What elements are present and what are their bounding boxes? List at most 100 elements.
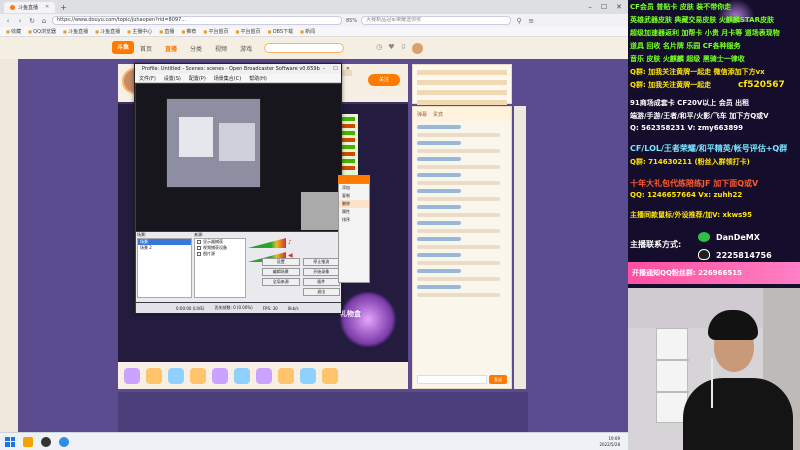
search-icon[interactable]: ⚲ xyxy=(515,17,523,25)
start-recording-button[interactable]: 开始录像 xyxy=(302,268,340,276)
bookmark-item[interactable]: 新闻 xyxy=(300,28,315,35)
bookmark-item[interactable]: 推荐 xyxy=(181,28,196,35)
gift-bar xyxy=(118,362,408,389)
nav-item[interactable]: 首页 xyxy=(140,44,152,53)
global-sources-button[interactable]: 全局来源 xyxy=(262,278,300,286)
context-menu-item[interactable]: 添加 xyxy=(339,184,369,192)
gift-icon[interactable] xyxy=(168,367,184,384)
obs-window: Profile: Untitled - Scenes: scenes - Ope… xyxy=(134,63,350,314)
taskbar: 19:09 2022/5/28 xyxy=(0,432,628,450)
obs-menu-item[interactable]: 配置(P) xyxy=(189,75,206,82)
taskbar-clock[interactable]: 19:09 2022/5/28 xyxy=(599,436,628,448)
gift-icon[interactable] xyxy=(146,367,162,384)
gift-icon[interactable] xyxy=(256,367,272,384)
page-bottom-area xyxy=(118,392,528,432)
bookmark-item[interactable]: 主播中心 xyxy=(127,28,152,35)
browser-taskbar-icon[interactable] xyxy=(59,436,69,447)
download-icon[interactable]: ⇩ xyxy=(400,43,406,54)
gift-icon[interactable] xyxy=(300,367,316,384)
follow-button[interactable]: 关注 xyxy=(368,74,400,86)
source-item[interactable]: 图片源 xyxy=(195,251,245,257)
home-icon[interactable]: ⌂ xyxy=(40,17,48,25)
minimize-icon[interactable]: – xyxy=(323,66,326,72)
obs-menu-item[interactable]: 帮助(H) xyxy=(249,75,267,82)
refresh-icon[interactable]: ↻ xyxy=(28,17,36,25)
bookmark-item[interactable]: 斗鱼直播 xyxy=(95,28,120,35)
bitrate: 0kb/s xyxy=(287,305,299,311)
obs-preview[interactable] xyxy=(136,84,341,231)
gift-icon[interactable] xyxy=(124,367,140,384)
mic-volume-meter[interactable] xyxy=(248,238,286,248)
source-checkbox[interactable] xyxy=(197,246,201,250)
nav-item-active[interactable]: 直播 xyxy=(165,44,177,53)
browser-tab[interactable]: 斗鱼直播 ✕ xyxy=(4,1,56,13)
close-tab-icon[interactable]: ✕ xyxy=(45,4,49,10)
chat-tab[interactable]: 贵宾 xyxy=(433,111,443,118)
obs-status-bar: 0:00:00 (LIVE) 丢失帧数: 0 (0.00%) FPS: 30 0… xyxy=(136,303,341,313)
forward-icon[interactable]: › xyxy=(16,17,24,25)
bookmark-item[interactable]: 平台首页 xyxy=(235,28,261,35)
browser-search-input[interactable]: 大赛新品冠军荣耀送你奖 xyxy=(361,16,512,25)
chat-tab[interactable]: 弹幕 xyxy=(417,111,427,118)
obs-menu-item[interactable]: 设置(S) xyxy=(164,75,181,82)
mic-icon[interactable]: ♪ xyxy=(288,239,296,247)
maximize-icon[interactable]: ☐ xyxy=(601,3,607,11)
gift-icon[interactable] xyxy=(278,367,294,384)
gift-box-badge-icon[interactable] xyxy=(338,292,398,347)
zoom-level[interactable]: 85% xyxy=(346,18,357,24)
gift-icon[interactable] xyxy=(322,367,338,384)
close-icon[interactable]: ✕ xyxy=(346,66,350,72)
context-menu-item[interactable]: 删除 xyxy=(339,200,369,208)
windows-start-icon[interactable] xyxy=(5,436,15,447)
url-input[interactable]: https://www.douyu.com/topic/juhaopen?rid… xyxy=(52,16,342,25)
site-search-input[interactable] xyxy=(264,43,345,53)
context-menu-item[interactable]: 排序 xyxy=(339,216,369,224)
source-checkbox[interactable] xyxy=(197,240,201,244)
chat-input[interactable] xyxy=(417,375,487,384)
overlay-text-line: 主播联系方式: xyxy=(630,240,682,249)
send-button[interactable]: 发送 xyxy=(489,375,507,384)
overlay-text-line: cf520567 xyxy=(738,80,785,90)
bookmark-item[interactable]: QQ浏览器 xyxy=(28,28,56,35)
nav-item[interactable]: 游戏 xyxy=(240,44,252,53)
file-explorer-icon[interactable] xyxy=(23,436,33,447)
edit-scene-button[interactable]: 编辑场景 xyxy=(262,268,300,276)
obs-taskbar-icon[interactable] xyxy=(41,436,51,447)
follow-icon[interactable]: ♥ xyxy=(388,43,394,54)
obs-window-controls: – ☐ ✕ xyxy=(323,66,354,72)
obs-menu-item[interactable]: 文件(F) xyxy=(139,75,156,82)
site-logo[interactable]: 斗鱼 xyxy=(112,41,134,54)
plugins-button[interactable]: 插件 xyxy=(302,278,340,286)
source-checkbox[interactable] xyxy=(197,252,201,256)
gift-icon[interactable] xyxy=(234,367,250,384)
history-icon[interactable]: ◷ xyxy=(376,43,382,54)
overlay-text-line: Q: 562358231 V: zmy663899 xyxy=(630,124,743,132)
scene-item[interactable]: 场景 2 xyxy=(138,245,191,251)
obs-preview-webcam xyxy=(301,192,339,230)
tab-title: 斗鱼直播 xyxy=(18,4,39,11)
minimize-icon[interactable]: – xyxy=(588,3,592,11)
maximize-icon[interactable]: ☐ xyxy=(333,66,337,72)
back-icon[interactable]: ‹ xyxy=(4,17,12,25)
menu-icon[interactable]: ≡ xyxy=(527,17,535,25)
context-menu-item[interactable]: 属性 xyxy=(339,208,369,216)
nav-item[interactable]: 分类 xyxy=(190,44,202,53)
context-menu-item[interactable]: 复制 xyxy=(339,192,369,200)
right-rail xyxy=(514,106,526,389)
gift-icon[interactable] xyxy=(212,367,228,384)
bookmark-item[interactable]: OBS下载 xyxy=(268,28,293,35)
user-avatar[interactable] xyxy=(412,42,424,54)
obs-menu-item[interactable]: 场景集合(C) xyxy=(214,75,241,82)
nav-item[interactable]: 视频 xyxy=(215,44,227,53)
close-icon[interactable]: ✕ xyxy=(616,3,622,11)
new-tab-icon[interactable]: + xyxy=(60,3,67,12)
stream-overlay: CF会员 普贴卡 皮肤 装不带你走 英雄武器皮肤 典藏交易皮肤 火麒麟STAR皮肤… xyxy=(628,0,800,450)
bookmark-item[interactable]: 收藏 xyxy=(6,28,21,35)
bookmark-item[interactable]: 平台首页 xyxy=(203,28,228,35)
bookmark-item[interactable]: 斗鱼直播 xyxy=(63,28,88,35)
bookmark-item[interactable]: 直播 xyxy=(159,28,174,35)
exit-button[interactable]: 退出 xyxy=(302,288,340,296)
gift-icon[interactable] xyxy=(190,367,206,384)
stop-stream-button[interactable]: 停止推流 xyxy=(302,258,340,266)
settings-button[interactable]: 设置 xyxy=(262,258,300,266)
